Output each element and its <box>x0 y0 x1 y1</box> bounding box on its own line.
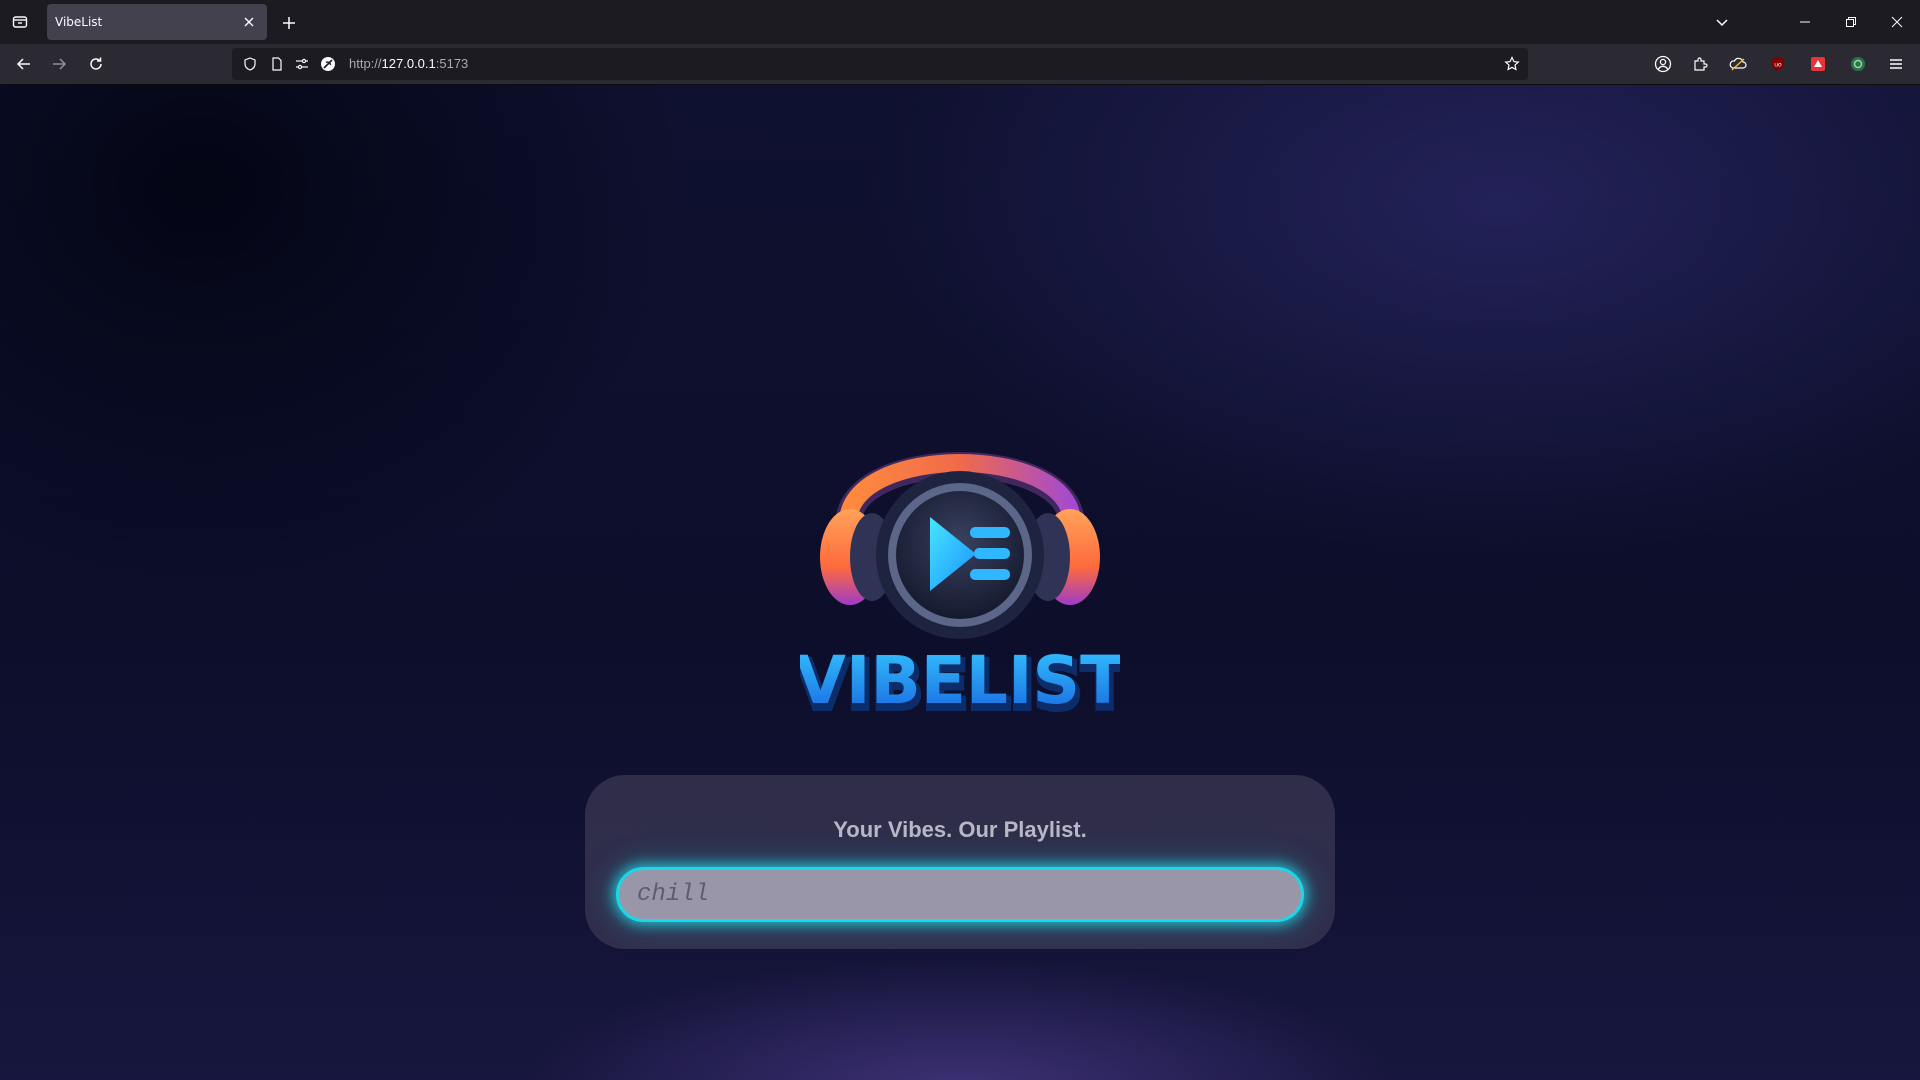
tab-list-icon[interactable] <box>0 0 40 44</box>
vibelist-logo: VIBELIST VIBELIST <box>800 452 1120 725</box>
tagline: Your Vibes. Our Playlist. <box>833 817 1087 842</box>
restore-icon[interactable] <box>1828 0 1874 44</box>
insecure-connection-icon[interactable] <box>320 56 336 72</box>
vibe-search-input[interactable] <box>616 867 1304 922</box>
tab-title: VibeList <box>55 15 103 29</box>
extensions-icon[interactable] <box>1690 54 1710 74</box>
shield-icon[interactable] <box>242 56 258 72</box>
page-viewport: VIBELIST VIBELIST Your Vibes. Our Playli… <box>0 85 1920 1080</box>
star-icon[interactable] <box>1504 56 1520 72</box>
close-icon[interactable] <box>239 12 259 32</box>
close-window-icon[interactable] <box>1874 0 1920 44</box>
extension-red-icon[interactable] <box>1808 54 1828 74</box>
url-scheme: http:// <box>349 56 382 71</box>
url-bar[interactable]: http://127.0.0.1:5173 <box>232 48 1528 80</box>
window-controls <box>1782 0 1920 44</box>
url-host: 127.0.0.1 <box>381 56 436 71</box>
browser-tab-bar: VibeList <box>0 0 1920 44</box>
arrow-left-icon[interactable] <box>12 52 36 76</box>
brand-text: VIBELIST <box>800 642 1120 719</box>
chevron-down-icon[interactable] <box>1710 10 1734 34</box>
search-card: Your Vibes. Our Playlist. <box>585 775 1335 949</box>
plus-icon[interactable] <box>278 12 300 34</box>
svg-text:uo: uo <box>1774 62 1782 69</box>
hamburger-menu-icon[interactable] <box>1886 54 1906 74</box>
browser-tab-active[interactable]: VibeList <box>47 4 267 40</box>
ublock-icon[interactable]: uo <box>1768 54 1788 74</box>
minimize-icon[interactable] <box>1782 0 1828 44</box>
reload-icon[interactable] <box>84 52 108 76</box>
account-icon[interactable] <box>1653 54 1673 74</box>
extension-cloud-icon[interactable] <box>1728 54 1748 74</box>
permissions-icon[interactable] <box>294 56 310 72</box>
url-port: :5173 <box>435 56 469 71</box>
page-icon[interactable] <box>269 56 285 72</box>
browser-nav-bar: http://127.0.0.1:5173 uo <box>0 44 1920 85</box>
arrow-right-icon[interactable] <box>47 52 71 76</box>
extension-green-icon[interactable] <box>1848 54 1868 74</box>
url-text[interactable]: http://127.0.0.1:5173 <box>349 56 468 71</box>
